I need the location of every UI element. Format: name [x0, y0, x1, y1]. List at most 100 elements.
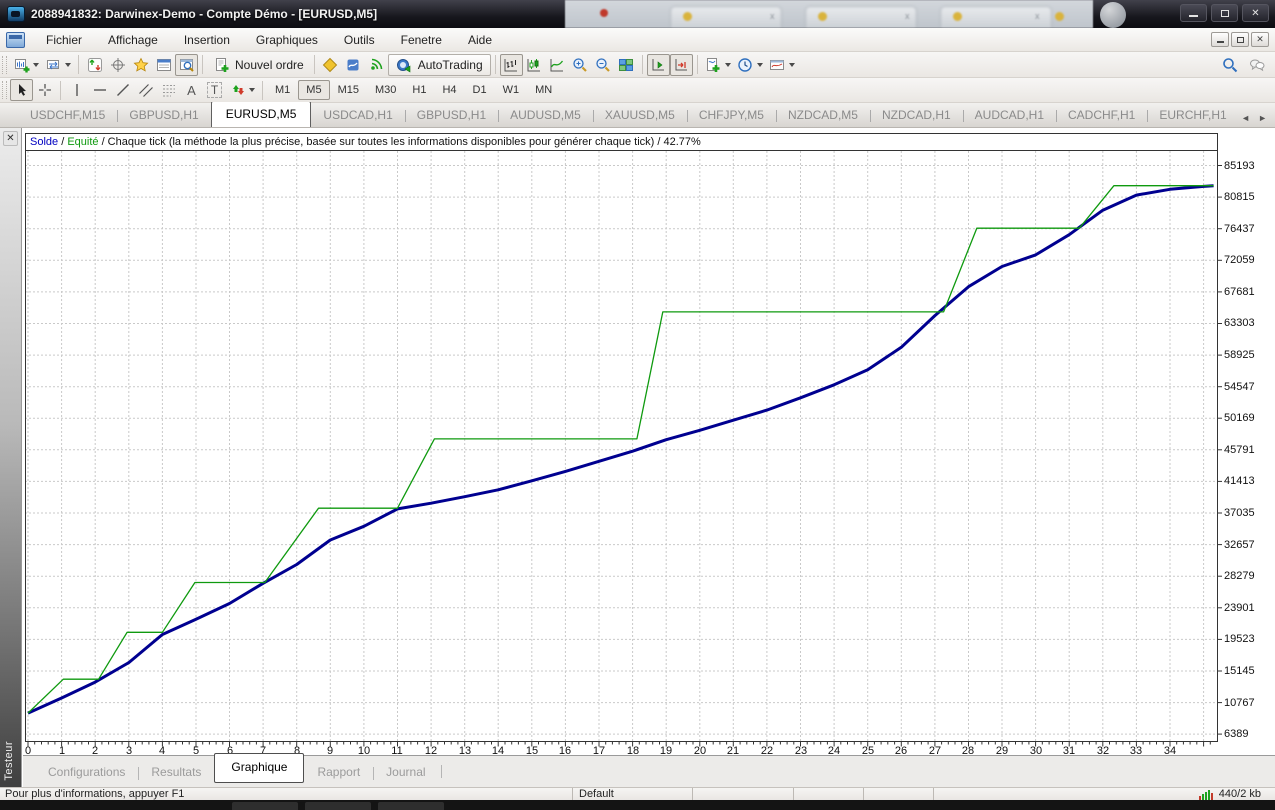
- label-tool-button[interactable]: T: [203, 79, 226, 101]
- dropdown-icon: [33, 63, 39, 67]
- minimize-icon[interactable]: [1180, 4, 1207, 22]
- menu-graphiques[interactable]: Graphiques: [243, 29, 331, 51]
- search-icon[interactable]: [1221, 57, 1238, 74]
- chart-tab-cadchf-h1[interactable]: CADCHF,H1: [1056, 104, 1147, 127]
- chart-tab-nzdcad-h1[interactable]: NZDCAD,H1: [870, 104, 963, 127]
- menu-affichage[interactable]: Affichage: [95, 29, 171, 51]
- y-axis-label: 37035: [1224, 507, 1255, 519]
- tester-tab-journal[interactable]: Journal: [373, 759, 438, 785]
- tab-scroll-right-icon[interactable]: ►: [1258, 113, 1267, 123]
- templates-button[interactable]: [766, 54, 798, 76]
- chart-shift-button[interactable]: [670, 54, 693, 76]
- toolbar-separator: [60, 81, 61, 100]
- indicators-button[interactable]: [702, 54, 734, 76]
- autotrading-button[interactable]: AutoTrading: [388, 54, 491, 76]
- timeframe-h1[interactable]: H1: [404, 80, 434, 100]
- status-cell-empty: [933, 788, 1003, 801]
- cursor-tool-button[interactable]: [10, 79, 33, 101]
- timeframe-w1[interactable]: W1: [495, 80, 528, 100]
- trendline-tool-button[interactable]: [111, 79, 134, 101]
- maximize-icon[interactable]: [1211, 4, 1238, 22]
- chart-tab-audcad-h1[interactable]: AUDCAD,H1: [963, 104, 1056, 127]
- taskbar-button: [378, 802, 444, 810]
- tester-tab-configurations[interactable]: Configurations: [35, 759, 138, 785]
- chat-icon[interactable]: [1248, 57, 1265, 74]
- signals-button[interactable]: [365, 54, 388, 76]
- terminal-button[interactable]: [152, 54, 175, 76]
- y-axis-label: 67681: [1224, 286, 1255, 298]
- tester-tab-graphique[interactable]: Graphique: [214, 753, 304, 783]
- crosshair-tool-button[interactable]: [33, 79, 56, 101]
- strategy-tester-button[interactable]: [175, 54, 198, 76]
- chart-tab-usdcad-h1[interactable]: USDCAD,H1: [311, 104, 404, 127]
- menu-aide[interactable]: Aide: [455, 29, 505, 51]
- toolbar-grip[interactable]: [2, 81, 7, 99]
- timeframe-m30[interactable]: M30: [367, 80, 404, 100]
- periods-button[interactable]: [734, 54, 766, 76]
- chart-tabs: USDCHF,M15GBPUSD,H1EURUSD,M5USDCAD,H1GBP…: [0, 102, 1233, 127]
- mdi-restore-icon[interactable]: [1231, 32, 1249, 47]
- timeframe-mn[interactable]: MN: [527, 80, 560, 100]
- text-tool-button[interactable]: A: [180, 79, 203, 101]
- zoom-out-button[interactable]: [592, 54, 615, 76]
- metaeditor-icon: [322, 56, 339, 73]
- vertical-line-tool-button[interactable]: [65, 79, 88, 101]
- timeframe-h4[interactable]: H4: [434, 80, 464, 100]
- close-icon[interactable]: ✕: [1242, 4, 1269, 22]
- mdi-minimize-icon[interactable]: [1211, 32, 1229, 47]
- timeframe-m15[interactable]: M15: [330, 80, 367, 100]
- tile-windows-button[interactable]: [615, 54, 638, 76]
- horizontal-line-tool-button[interactable]: [88, 79, 111, 101]
- chart-tab-nzdcad-m5[interactable]: NZDCAD,M5: [776, 104, 870, 127]
- chart-tab-eurusd-m5[interactable]: EURUSD,M5: [211, 102, 312, 127]
- tester-tab-resultats[interactable]: Resultats: [138, 759, 214, 785]
- chart-tab-chfjpy-m5[interactable]: CHFJPY,M5: [687, 104, 776, 127]
- chart-tab-xauusd-m5[interactable]: XAUUSD,M5: [593, 104, 687, 127]
- zoom-in-button[interactable]: [569, 54, 592, 76]
- candlestick-button[interactable]: [523, 54, 546, 76]
- new-chart-button[interactable]: [10, 54, 42, 76]
- metaeditor-button[interactable]: [319, 54, 342, 76]
- chart-tab-usdchf-m15[interactable]: USDCHF,M15: [18, 104, 117, 127]
- toolbar-separator: [78, 55, 79, 74]
- y-axis-label: 10767: [1224, 697, 1255, 709]
- tester-result-chart[interactable]: [25, 133, 1222, 751]
- line-chart-button[interactable]: [546, 54, 569, 76]
- taskbar-edge: [0, 800, 1275, 810]
- chart-tab-audusd-m5[interactable]: AUDUSD,M5: [498, 104, 593, 127]
- tab-scroll-left-icon[interactable]: ◄: [1241, 113, 1250, 123]
- chart-tab-gbpusd-h1[interactable]: GBPUSD,H1: [405, 104, 498, 127]
- tester-close-icon[interactable]: ✕: [3, 131, 18, 146]
- data-window-button[interactable]: [106, 54, 129, 76]
- mdi-close-icon[interactable]: ✕: [1251, 32, 1269, 47]
- market-watch-button[interactable]: [83, 54, 106, 76]
- channel-tool-button[interactable]: [134, 79, 157, 101]
- experts-button[interactable]: [342, 54, 365, 76]
- bar-chart-button[interactable]: [500, 54, 523, 76]
- menu-outils[interactable]: Outils: [331, 29, 388, 51]
- new-order-button[interactable]: Nouvel ordre: [207, 54, 310, 76]
- profiles-button[interactable]: [42, 54, 74, 76]
- navigator-button[interactable]: [129, 54, 152, 76]
- chart-tab-gbpusd-h1[interactable]: GBPUSD,H1: [117, 104, 210, 127]
- menu-insertion[interactable]: Insertion: [171, 29, 243, 51]
- timeframe-m5[interactable]: M5: [298, 80, 329, 100]
- status-profile[interactable]: Default: [572, 788, 692, 801]
- auto-scroll-button[interactable]: [647, 54, 670, 76]
- tester-side-strip: ✕ Testeur: [0, 128, 22, 787]
- timeframe-m1[interactable]: M1: [267, 80, 298, 100]
- toolbar-grip[interactable]: [2, 56, 7, 74]
- toolbar-separator: [642, 55, 643, 74]
- timeframe-d1[interactable]: D1: [465, 80, 495, 100]
- menu-fichier[interactable]: Fichier: [33, 29, 95, 51]
- toolbar-separator: [262, 81, 263, 100]
- tester-tab-rapport[interactable]: Rapport: [304, 759, 373, 785]
- autotrading-icon: [396, 56, 413, 73]
- menu-fenetre[interactable]: Fenetre: [388, 29, 455, 51]
- chart-tab-eurchf-h1[interactable]: EURCHF,H1: [1147, 104, 1233, 127]
- background-red-dot: [600, 9, 608, 17]
- y-axis-label: 15145: [1224, 665, 1255, 677]
- arrows-tool-button[interactable]: [226, 79, 258, 101]
- market-watch-icon: [86, 56, 103, 73]
- fibonacci-tool-button[interactable]: [157, 79, 180, 101]
